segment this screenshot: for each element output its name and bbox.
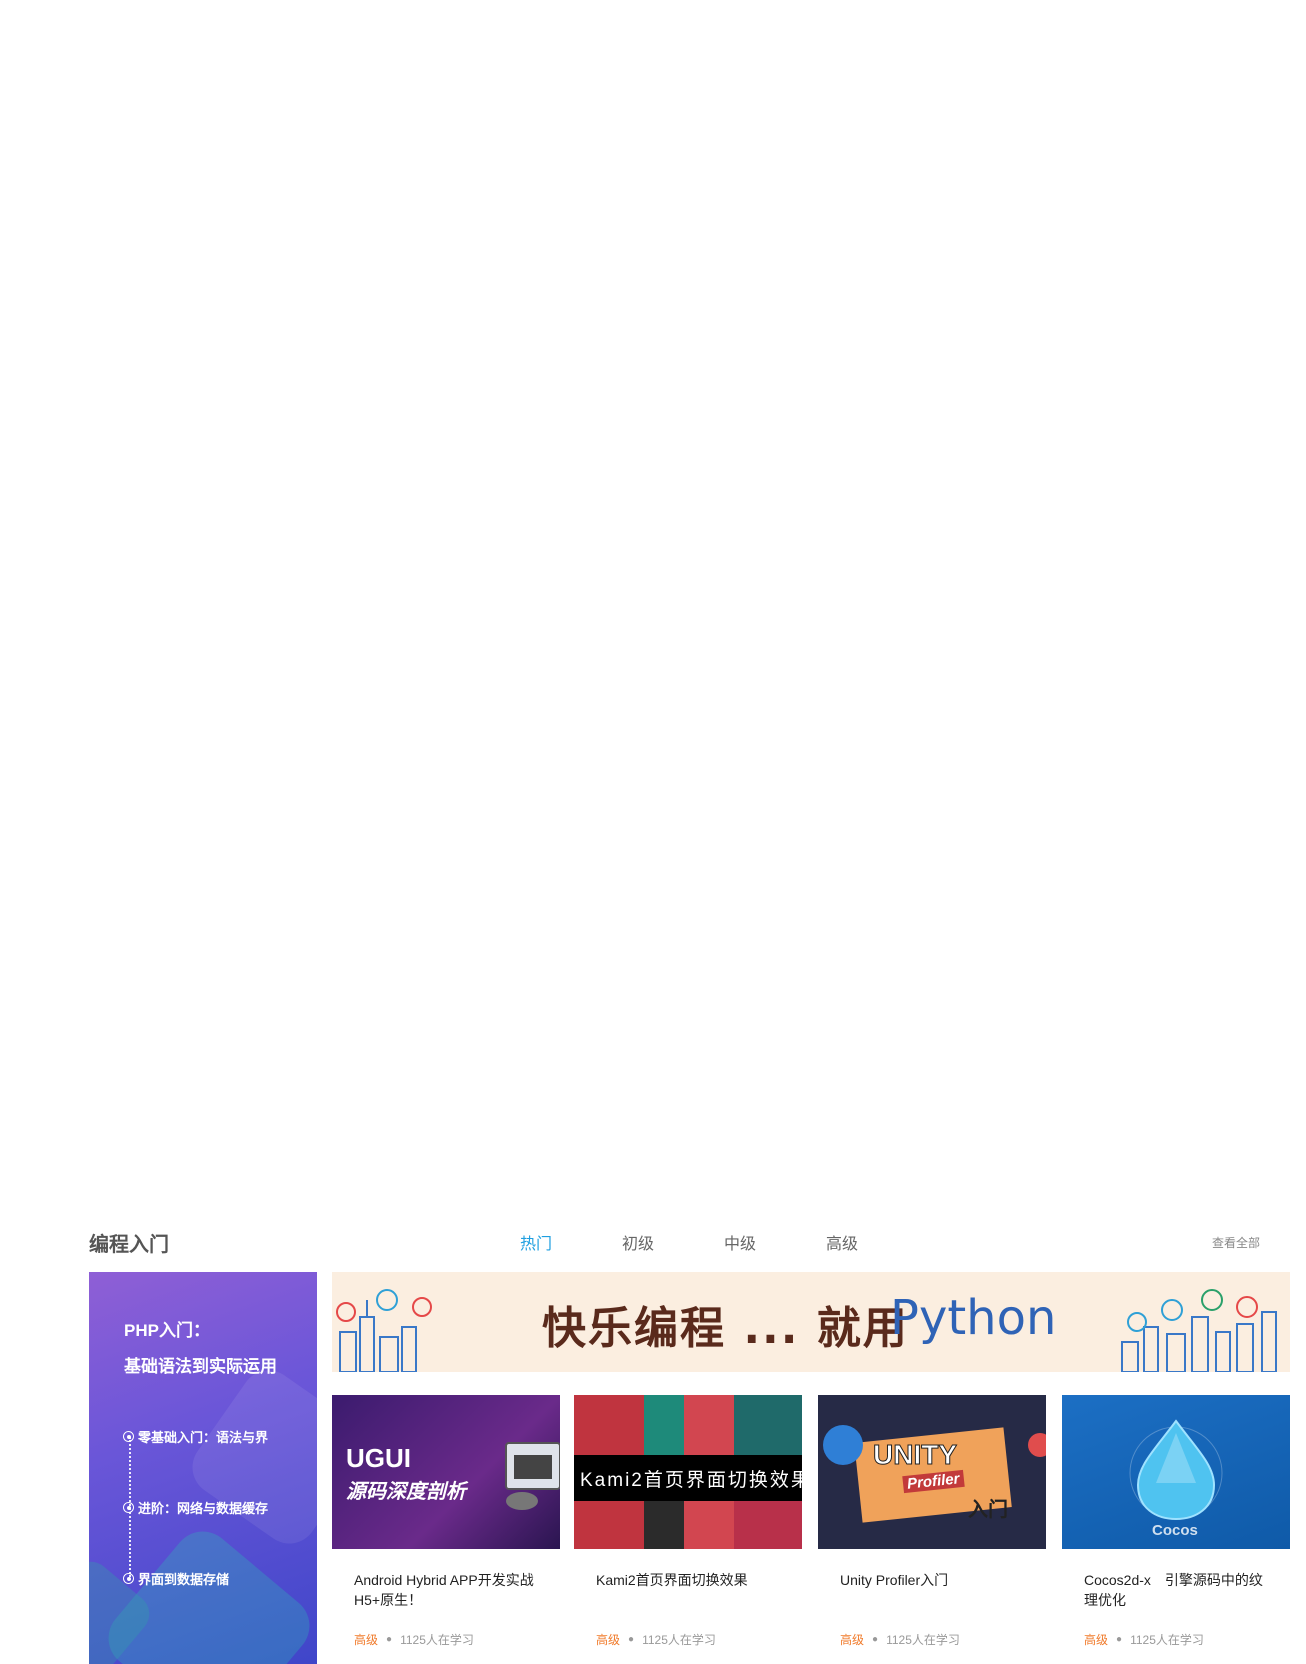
php-promo-panel[interactable]: PHP入门： 基础语法到实际运用 零基础入门：语法与界 进阶：网络与数据缓存 界… xyxy=(89,1272,317,1664)
view-all-link[interactable]: 查看全部 xyxy=(1212,1234,1260,1251)
thumb-title: Kami2首页界面切换效果 xyxy=(580,1470,802,1491)
course-title[interactable]: Cocos2d-x 引擎源码中的纹理优化 xyxy=(1084,1570,1274,1610)
course-meta: 高级 ● 1125人在学习 xyxy=(840,1631,960,1648)
tab-hot[interactable]: 热门 xyxy=(520,1230,622,1254)
course-meta: 高级 ● 1125人在学习 xyxy=(596,1631,716,1648)
thumb-title: UNITY xyxy=(873,1439,958,1471)
thumb-title: UGUI xyxy=(346,1443,411,1473)
learner-count: 1125人在学习 xyxy=(1130,1633,1204,1647)
course-card[interactable]: Cocos Cocos2d-x 引擎源码中的纹理优化 高级 ● 1125人在学习 xyxy=(1062,1395,1290,1664)
learner-count: 1125人在学习 xyxy=(642,1633,716,1647)
laptop-icon xyxy=(505,1442,560,1510)
promo-step: 零基础入门：语法与界 xyxy=(123,1427,268,1446)
course-level: 高级 xyxy=(354,1633,379,1647)
separator-dot: ● xyxy=(1116,1634,1123,1645)
course-card[interactable]: UNITY Profiler 入门 Unity Profiler入门 高级 ● … xyxy=(818,1395,1046,1664)
banner-slogan: 快乐编程 ... 就用 xyxy=(542,1303,909,1354)
decor-shape xyxy=(181,1359,317,1555)
course-card[interactable]: UGUI 源码深度剖析 Android Hybrid APP开发实战 H5+原生… xyxy=(332,1395,560,1664)
course-thumbnail[interactable]: UGUI 源码深度剖析 xyxy=(332,1395,560,1549)
python-banner[interactable]: 快乐编程 ... 就用 Python xyxy=(332,1272,1290,1372)
thumb-subtitle: 源码深度剖析 xyxy=(346,1481,466,1503)
separator-dot: ● xyxy=(628,1634,635,1645)
course-thumbnail[interactable]: Cocos xyxy=(1062,1395,1290,1549)
course-thumbnail[interactable]: Kami2首页界面切换效果 xyxy=(574,1395,802,1549)
promo-subtitle: 基础语法到实际运用 xyxy=(124,1357,277,1376)
separator-dot: ● xyxy=(872,1634,879,1645)
course-title[interactable]: Kami2首页界面切换效果 xyxy=(596,1570,786,1590)
thumb-title: Cocos xyxy=(1152,1522,1198,1539)
promo-step-label: 进阶：网络与数据缓存 xyxy=(138,1501,269,1516)
tab-advanced[interactable]: 高级 xyxy=(826,1230,928,1254)
tab-intermediate[interactable]: 中级 xyxy=(724,1230,826,1254)
course-meta: 高级 ● 1125人在学习 xyxy=(354,1631,474,1648)
city-skyline-icon xyxy=(336,1289,432,1372)
section-title: 编程入门 xyxy=(89,1234,169,1256)
city-skyline-icon xyxy=(1121,1289,1277,1372)
promo-step: 进阶：网络与数据缓存 xyxy=(123,1498,268,1517)
learner-count: 1125人在学习 xyxy=(400,1633,474,1647)
course-level: 高级 xyxy=(840,1633,865,1647)
promo-step-label: 零基础入门：语法与界 xyxy=(138,1430,269,1445)
course-level: 高级 xyxy=(1084,1633,1109,1647)
course-title[interactable]: Android Hybrid APP开发实战 H5+原生！ xyxy=(354,1570,544,1610)
promo-step-label: 界面到数据存储 xyxy=(138,1572,230,1587)
step-dot-icon xyxy=(123,1573,134,1584)
promo-title: PHP入门： xyxy=(124,1321,210,1340)
step-dot-icon xyxy=(123,1502,134,1513)
separator-dot: ● xyxy=(386,1634,393,1645)
thumb-tag: 入门 xyxy=(968,1499,1008,1521)
step-dot-icon xyxy=(123,1431,134,1442)
learner-count: 1125人在学习 xyxy=(886,1633,960,1647)
course-thumbnail[interactable]: UNITY Profiler 入门 xyxy=(818,1395,1046,1549)
course-meta: 高级 ● 1125人在学习 xyxy=(1084,1631,1204,1648)
programming-intro-section: 编程入门 热门 初级 中级 高级 查看全部 PHP入门： 基础语法到实际运用 零… xyxy=(0,1220,1306,1664)
course-card[interactable]: Kami2首页界面切换效果 Kami2首页界面切换效果 高级 ● 1125人在学… xyxy=(574,1395,802,1664)
level-tabs: 热门 初级 中级 高级 xyxy=(520,1230,928,1254)
cocos-logo-icon xyxy=(1129,1419,1223,1521)
course-level: 高级 xyxy=(596,1633,621,1647)
course-title[interactable]: Unity Profiler入门 xyxy=(840,1570,1030,1590)
promo-step: 界面到数据存储 xyxy=(123,1569,229,1588)
tab-beginner[interactable]: 初级 xyxy=(622,1230,724,1254)
banner-python: Python xyxy=(890,1290,1057,1346)
